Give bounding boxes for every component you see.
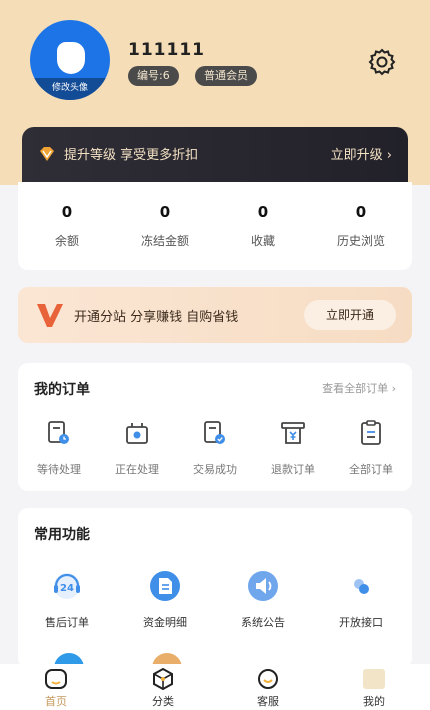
tab-label: 客服: [257, 695, 279, 708]
stat-balance[interactable]: 0 余额: [18, 182, 116, 270]
order-success[interactable]: 交易成功: [176, 418, 254, 478]
promo-text: 开通分站 分享赚钱 自购省钱: [74, 310, 239, 325]
processing-icon: [126, 423, 148, 444]
order-label: 全部订单: [349, 463, 393, 476]
home-icon: [45, 669, 67, 689]
username: 111111: [128, 40, 205, 60]
vip-upgrade-text: 提升等级 享受更多折扣: [64, 148, 199, 163]
api-icon: [354, 579, 369, 594]
stat-history[interactable]: 0 历史浏览: [312, 182, 410, 270]
tab-label: 首页: [45, 695, 67, 708]
profile-icon: [363, 669, 385, 689]
avatar-placeholder-icon: [57, 42, 85, 74]
orders-title: 我的订单: [34, 382, 90, 398]
tab-category[interactable]: 分类: [113, 664, 213, 710]
open-now-button[interactable]: 立即开通: [304, 300, 396, 330]
func-label: 开放接口: [339, 616, 383, 629]
pending-icon: [48, 421, 69, 444]
func-open-api[interactable]: 开放接口: [312, 570, 410, 630]
common-functions-card: 常用功能 24 售后订单 资金明细 系统公告 开放接口: [18, 508, 412, 668]
tab-label: 我的: [363, 695, 385, 708]
user-id-badge: 编号:6: [128, 66, 179, 86]
order-all[interactable]: 全部订单: [332, 418, 410, 478]
gear-icon[interactable]: [366, 46, 398, 78]
stat-value: 0: [257, 203, 269, 221]
view-all-orders-link[interactable]: 查看全部订单 ›: [322, 380, 396, 396]
stat-label: 冻结金额: [140, 234, 189, 248]
success-icon: [204, 421, 225, 444]
func-label: 资金明细: [143, 616, 187, 629]
upgrade-now-link[interactable]: 立即升级 ›: [331, 144, 392, 163]
bottom-tab-bar: 首页 分类 客服 我的: [0, 664, 430, 710]
stat-frozen-amount[interactable]: 0 冻结金额: [116, 182, 214, 270]
v-logo-icon: [37, 304, 63, 327]
functions-title: 常用功能: [34, 527, 90, 543]
svg-text:24: 24: [60, 583, 74, 594]
stat-label: 余额: [54, 234, 79, 248]
func-system-notice[interactable]: 系统公告: [214, 570, 312, 630]
func-label: 系统公告: [241, 616, 285, 629]
order-refund[interactable]: 退款订单: [254, 418, 332, 478]
stat-label: 收藏: [250, 234, 275, 248]
speaker-icon: [248, 571, 278, 601]
open-substation-banner[interactable]: 开通分站 分享赚钱 自购省钱 立即开通: [18, 287, 412, 343]
edit-avatar-label[interactable]: 修改头像: [30, 78, 110, 100]
my-orders-card: 我的订单 查看全部订单 › 等待处理 正在处理 交易成功 退款订单 全部订单: [18, 363, 412, 491]
avatar[interactable]: 修改头像: [30, 20, 110, 100]
order-label: 退款订单: [271, 463, 315, 476]
stat-favorites[interactable]: 0 收藏: [214, 182, 312, 270]
tab-customer-service[interactable]: 客服: [218, 664, 318, 710]
category-icon: [153, 668, 173, 690]
tab-label: 分类: [152, 695, 174, 708]
func-label: 售后订单: [45, 616, 89, 629]
tab-home[interactable]: 首页: [6, 664, 106, 710]
stat-value: 0: [159, 203, 171, 221]
order-label: 交易成功: [193, 463, 237, 476]
after-sales-24-icon: 24: [54, 573, 80, 599]
vip-upgrade-banner[interactable]: 提升等级 享受更多折扣 立即升级 ›: [22, 127, 408, 182]
tab-profile[interactable]: 我的: [324, 664, 424, 710]
diamond-icon: [40, 147, 54, 161]
stat-value: 0: [61, 203, 73, 221]
stat-label: 历史浏览: [336, 234, 385, 248]
document-icon: [150, 571, 180, 601]
order-label: 正在处理: [115, 463, 159, 476]
account-stats-card: 0 余额 0 冻结金额 0 收藏 0 历史浏览: [18, 182, 412, 270]
order-label: 等待处理: [37, 463, 81, 476]
order-pending[interactable]: 等待处理: [20, 418, 98, 478]
refund-icon: [281, 422, 305, 444]
func-after-sales[interactable]: 24 售后订单: [18, 570, 116, 630]
service-icon: [258, 669, 278, 689]
member-level-badge: 普通会员: [195, 66, 257, 86]
all-orders-icon: [361, 420, 381, 445]
order-processing[interactable]: 正在处理: [98, 418, 176, 478]
stat-value: 0: [355, 203, 367, 221]
func-fund-details[interactable]: 资金明细: [116, 570, 214, 630]
